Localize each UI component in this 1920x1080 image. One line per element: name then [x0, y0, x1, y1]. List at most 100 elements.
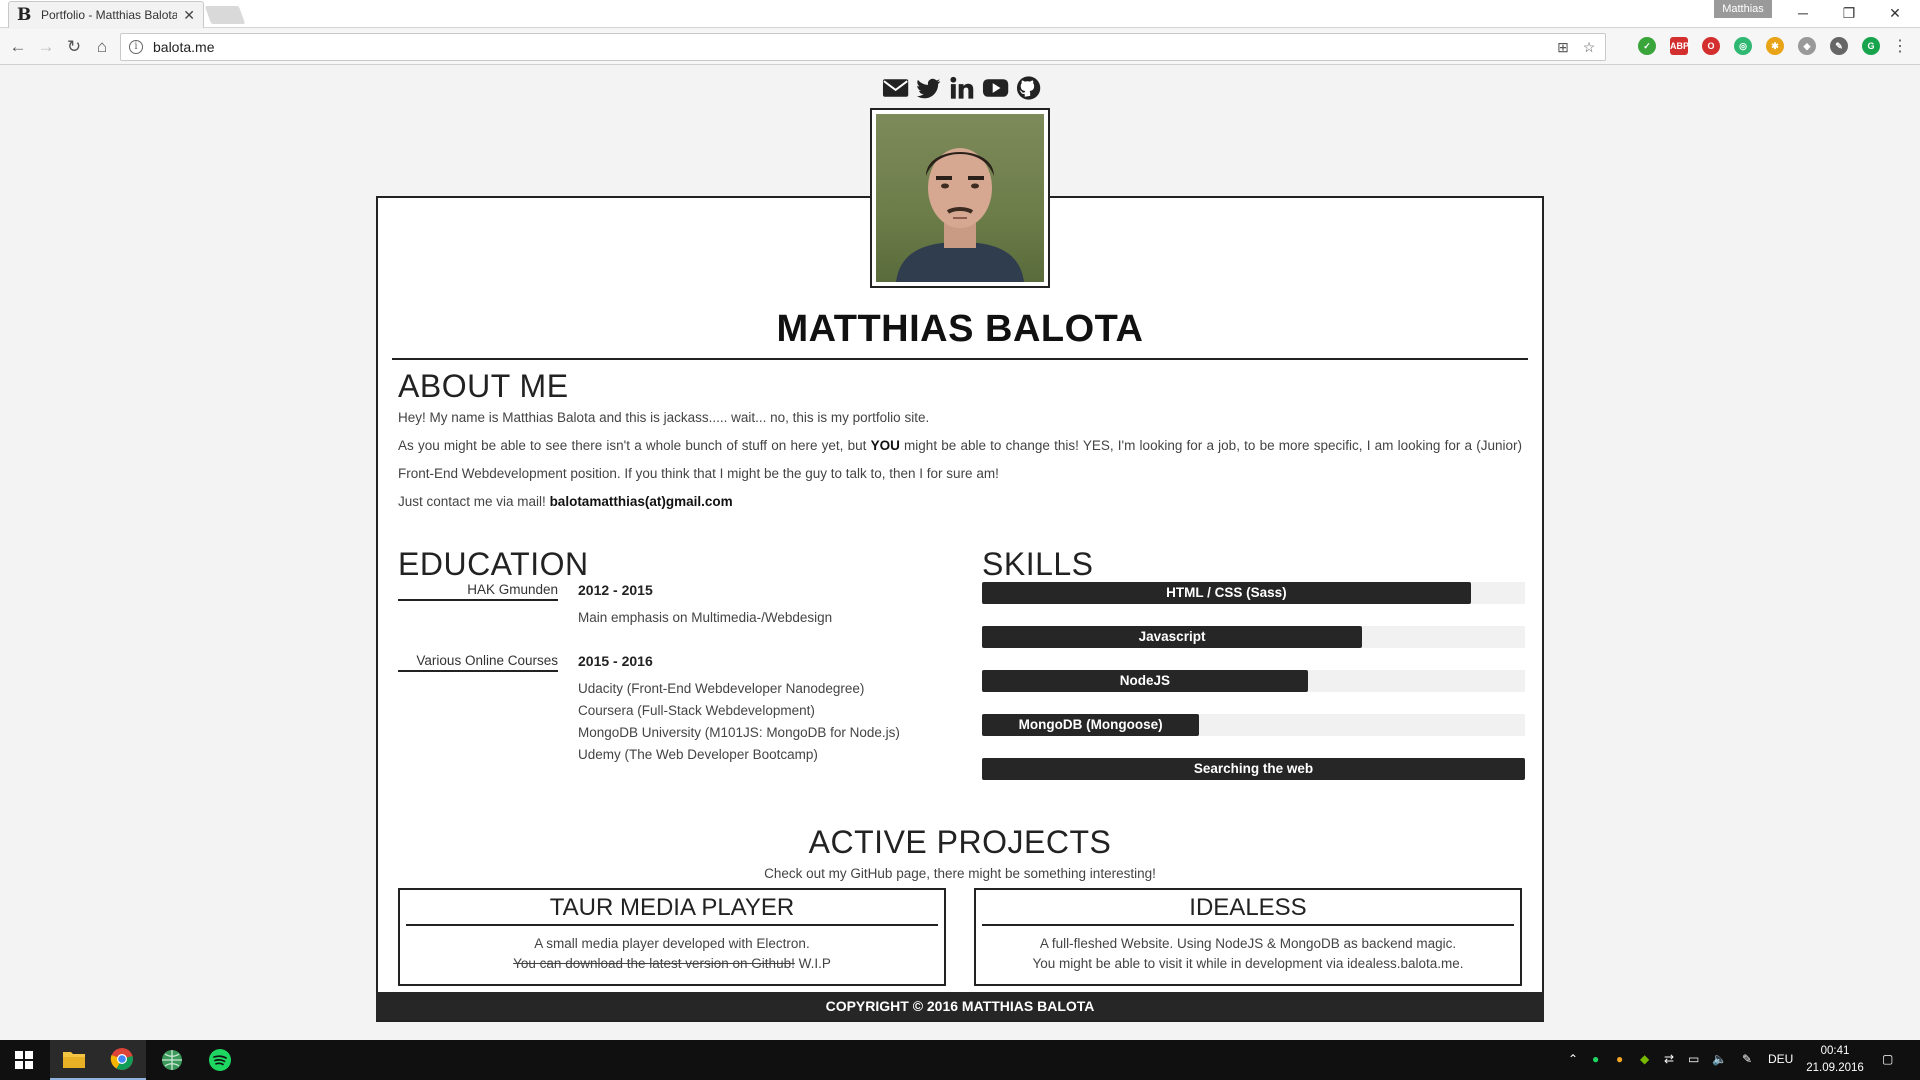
system-clock[interactable]: 00:41 21.09.2016: [1800, 1043, 1870, 1077]
profile-badge[interactable]: Matthias: [1714, 0, 1772, 18]
browser-titlebar: B Portfolio - Matthias Balota ✕ Matthias…: [0, 0, 1920, 28]
tools-extension-icon[interactable]: ✱: [1766, 37, 1784, 55]
linkedin-icon[interactable]: [948, 74, 975, 102]
project-wip-label: W.I.P: [794, 956, 831, 971]
portfolio-card: MATTHIAS BALOTA ABOUT ME Hey! My name is…: [376, 196, 1544, 1022]
tray-app-icon[interactable]: ●: [1616, 1052, 1623, 1066]
grammarly-icon[interactable]: G: [1862, 37, 1880, 55]
project-title: IDEALESS: [982, 894, 1514, 926]
tray-spotify-icon[interactable]: ●: [1592, 1052, 1599, 1066]
projects-subtitle: Check out my GitHub page, there might be…: [764, 866, 1156, 881]
pen-icon[interactable]: ✎: [1742, 1052, 1752, 1066]
education-detail: Coursera (Full-Stack Webdevelopment): [578, 703, 815, 718]
education-detail: Udemy (The Web Developer Bootcamp): [578, 747, 818, 762]
volume-icon[interactable]: 🔈: [1712, 1052, 1727, 1066]
browser-tab[interactable]: B Portfolio - Matthias Balota ✕: [8, 1, 204, 28]
education-years: 2012 - 2015: [578, 582, 653, 598]
tray-nvidia-icon[interactable]: ◆: [1640, 1052, 1649, 1066]
url-text[interactable]: balota.me: [153, 39, 1553, 55]
education-detail: Udacity (Front-End Webdeveloper Nanodegr…: [578, 681, 865, 696]
windows-taskbar: ⌃ ● ● ◆ ⇄ ▭ 🔈 ✎ DEU 00:41 21.09.2016 ▢: [0, 1040, 1920, 1080]
bookmark-star-icon[interactable]: ☆: [1579, 39, 1599, 56]
reload-icon[interactable]: ↻: [62, 35, 86, 59]
eyedropper-icon[interactable]: ✎: [1830, 37, 1848, 55]
mail-icon[interactable]: [882, 74, 909, 102]
about-emphasis: YOU: [870, 438, 900, 453]
back-icon[interactable]: ←: [6, 35, 30, 59]
about-heading: ABOUT ME: [398, 368, 569, 404]
project-title: TAUR MEDIA PLAYER: [406, 894, 938, 926]
translate-icon[interactable]: ⊞: [1553, 39, 1573, 56]
adblock-icon[interactable]: ABP: [1670, 37, 1689, 55]
tray-chevron-icon[interactable]: ⌃: [1568, 1052, 1578, 1066]
menu-icon[interactable]: ⋮: [1888, 35, 1912, 59]
close-window-icon[interactable]: ✕: [1872, 0, 1918, 26]
skill-track: Searching the web: [982, 758, 1525, 780]
education-school-label: Various Online Courses: [398, 653, 558, 672]
github-icon[interactable]: [1015, 74, 1042, 102]
twitter-icon[interactable]: [915, 74, 942, 102]
education-detail: Main emphasis on Multimedia-/Webdesign: [578, 610, 833, 625]
project-card-idealess[interactable]: IDEALESS A full-fleshed Website. Using N…: [974, 888, 1522, 986]
projects-heading: ACTIVE PROJECTS: [808, 824, 1112, 860]
skill-track: HTML / CSS (Sass): [982, 582, 1525, 604]
profile-photo-frame: [870, 108, 1050, 288]
minimize-icon[interactable]: ─: [1780, 0, 1826, 26]
globe-app-icon[interactable]: [148, 1040, 196, 1080]
youtube-icon[interactable]: [982, 74, 1009, 102]
tab-close-icon[interactable]: ✕: [183, 7, 195, 24]
education-detail: MongoDB University (M101JS: MongoDB for …: [578, 725, 900, 740]
name-divider: [392, 358, 1528, 360]
address-bar[interactable]: i balota.me ⊞ ☆: [120, 33, 1606, 61]
restore-icon[interactable]: ❐: [1826, 0, 1872, 26]
project-description: A small media player developed with Elec…: [534, 936, 810, 951]
tab-title: Portfolio - Matthias Balota: [41, 8, 178, 22]
language-indicator[interactable]: DEU: [1768, 1052, 1793, 1066]
skill-bar: Searching the web: [982, 758, 1525, 780]
site-info-icon[interactable]: i: [129, 40, 143, 54]
network-icon[interactable]: ▭: [1688, 1052, 1699, 1066]
education-years: 2015 - 2016: [578, 653, 653, 669]
skills-heading: SKILLS: [982, 546, 1094, 582]
chrome-icon[interactable]: [98, 1040, 146, 1080]
windows-start-icon[interactable]: [0, 1040, 48, 1080]
profile-photo: [876, 114, 1044, 282]
about-text: As you might be able to see there isn't …: [398, 438, 871, 453]
opera-extension-icon[interactable]: O: [1702, 37, 1720, 55]
project-download-link[interactable]: You can download the latest version on G…: [513, 956, 795, 971]
forward-icon[interactable]: →: [34, 35, 58, 59]
about-paragraph-1: Hey! My name is Matthias Balota and this…: [398, 410, 930, 425]
skill-bar: MongoDB (Mongoose): [982, 714, 1200, 736]
project-description: A full-fleshed Website. Using NodeJS & M…: [1039, 936, 1457, 951]
project-status: You can download the latest version on G…: [400, 956, 944, 971]
file-explorer-icon[interactable]: [50, 1040, 98, 1080]
project-card-taur[interactable]: TAUR MEDIA PLAYER A small media player d…: [398, 888, 946, 986]
tray-share-icon[interactable]: ⇄: [1664, 1052, 1674, 1066]
spotify-icon[interactable]: [196, 1040, 244, 1080]
shield-extension-icon[interactable]: ✓: [1638, 37, 1656, 55]
skill-bar: HTML / CSS (Sass): [982, 582, 1471, 604]
education-heading: EDUCATION: [398, 546, 589, 582]
skill-track: NodeJS: [982, 670, 1525, 692]
profile-name: MATTHIAS BALOTA: [776, 308, 1144, 350]
new-tab-button[interactable]: [204, 6, 246, 24]
footer: COPYRIGHT © 2016 MATTHIAS BALOTA: [376, 992, 1544, 1020]
tab-favicon: B: [17, 5, 32, 25]
clock-time: 00:41: [1820, 1045, 1850, 1057]
about-paragraph-3: Just contact me via mail! balotamatthias…: [398, 488, 1522, 516]
skill-track: Javascript: [982, 626, 1525, 648]
skill-bar: Javascript: [982, 626, 1363, 648]
skill-track: MongoDB (Mongoose): [982, 714, 1525, 736]
contact-email[interactable]: balotamatthias(at)gmail.com: [550, 494, 733, 509]
project-description: You might be able to visit it while in d…: [1032, 956, 1464, 971]
social-links: [882, 74, 1042, 104]
grey-extension-icon[interactable]: ◆: [1798, 37, 1816, 55]
about-text: Just contact me via mail!: [398, 494, 550, 509]
green-extension-icon[interactable]: ◎: [1734, 37, 1752, 55]
web-page: MATTHIAS BALOTA ABOUT ME Hey! My name is…: [0, 66, 1920, 1040]
skill-bar: NodeJS: [982, 670, 1308, 692]
browser-toolbar: ← → ↻ ⌂ i balota.me ⊞ ☆ ✓ ABP O ◎ ✱ ◆ ✎ …: [0, 29, 1920, 65]
education-school-label: HAK Gmunden: [398, 582, 558, 601]
home-icon[interactable]: ⌂: [90, 35, 114, 59]
action-center-icon[interactable]: ▢: [1882, 1052, 1893, 1066]
